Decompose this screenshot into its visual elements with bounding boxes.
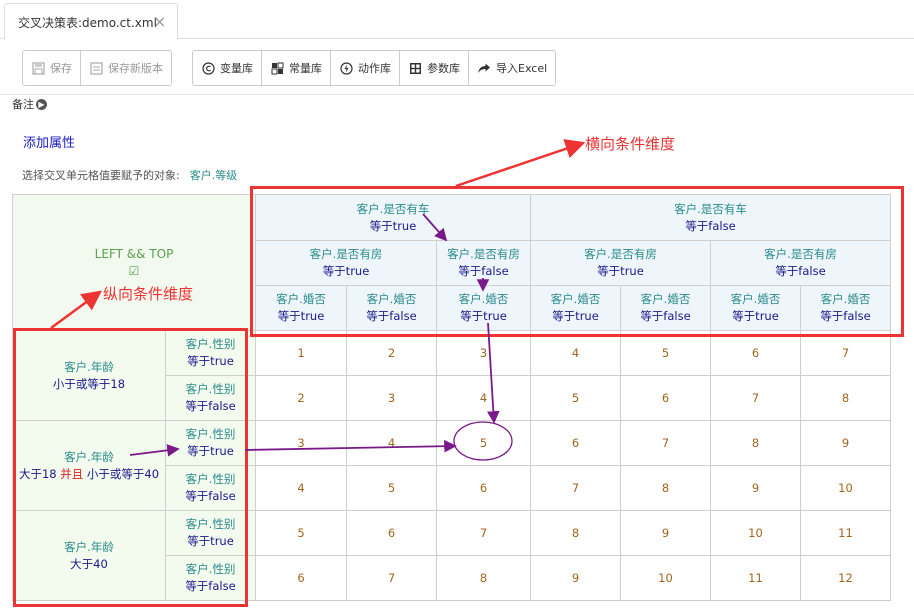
value-cell[interactable]: 10	[710, 510, 801, 556]
value-cell[interactable]: 6	[255, 555, 347, 601]
horizontal-dimension-box	[250, 186, 904, 337]
value-cell[interactable]: 8	[530, 510, 621, 556]
share-arrow-icon	[477, 61, 491, 75]
value-cell[interactable]: 9	[530, 555, 621, 601]
bolt-icon	[339, 61, 353, 75]
value-cell[interactable]: 2	[346, 330, 437, 376]
assign-target-value[interactable]: 客户.等级	[190, 169, 238, 182]
tab-bar: 交叉决策表:demo.ct.xml ×	[0, 0, 914, 40]
value-cell[interactable]: 8	[436, 555, 531, 601]
value-cell[interactable]: 9	[800, 420, 891, 466]
copyright-icon	[201, 61, 215, 75]
vertical-dimension-box	[13, 328, 248, 607]
value-cell[interactable]: 5	[255, 510, 347, 556]
toolbar: 保存 保存新版本 变量库 常量库 动作库 参数库 导入Excel	[0, 39, 914, 95]
arrow-right-circle-icon: ▶	[36, 98, 47, 110]
value-cell[interactable]: 5	[620, 330, 711, 376]
corner-cell[interactable]: LEFT && TOP ☑	[12, 194, 256, 331]
save-version-icon	[89, 61, 103, 75]
value-cell[interactable]: 9	[710, 465, 801, 511]
save-button-group: 保存 保存新版本	[22, 50, 172, 86]
value-cell[interactable]: 5	[436, 420, 531, 466]
value-cell[interactable]: 8	[800, 375, 891, 421]
value-cell[interactable]: 6	[620, 375, 711, 421]
add-property-link[interactable]: 添加属性	[23, 132, 75, 151]
save-new-version-button[interactable]: 保存新版本	[81, 51, 171, 85]
constant-library-label: 常量库	[289, 62, 322, 75]
tab-title: 交叉决策表:demo.ct.xml	[18, 16, 157, 30]
value-cell[interactable]: 4	[530, 330, 621, 376]
vertical-dimension-label: 纵向条件维度	[103, 285, 194, 303]
value-cell[interactable]: 7	[710, 375, 801, 421]
save-icon	[31, 61, 45, 75]
value-cell[interactable]: 11	[800, 510, 891, 556]
value-cell[interactable]: 10	[800, 465, 891, 511]
value-cell[interactable]: 3	[255, 420, 347, 466]
library-button-group: 变量库 常量库 动作库 参数库 导入Excel	[192, 50, 557, 86]
import-excel-button[interactable]: 导入Excel	[469, 51, 555, 85]
value-cell[interactable]: 3	[436, 330, 531, 376]
value-cell[interactable]: 1	[255, 330, 347, 376]
value-cell[interactable]: 3	[346, 375, 437, 421]
note-label: 备注	[12, 98, 34, 111]
horizontal-dimension-label: 横向条件维度	[585, 135, 676, 153]
value-cell[interactable]: 12	[800, 555, 891, 601]
save-new-version-label: 保存新版本	[108, 62, 163, 75]
value-cell[interactable]: 2	[255, 375, 347, 421]
grid-icon	[270, 61, 284, 75]
action-library-label: 动作库	[358, 62, 391, 75]
value-cell[interactable]: 7	[620, 420, 711, 466]
assign-target: 选择交叉单元格值要赋予的对象: 客户.等级	[22, 167, 237, 183]
edit-icon[interactable]: ☑	[13, 263, 255, 280]
value-cell[interactable]: 7	[530, 465, 621, 511]
value-cell[interactable]: 10	[620, 555, 711, 601]
value-cell[interactable]: 6	[710, 330, 801, 376]
file-tab[interactable]: 交叉决策表:demo.ct.xml ×	[4, 3, 178, 40]
value-cell[interactable]: 9	[620, 510, 711, 556]
value-cell[interactable]: 5	[346, 465, 437, 511]
value-cell[interactable]: 6	[346, 510, 437, 556]
value-cell[interactable]: 4	[255, 465, 347, 511]
value-cell[interactable]: 8	[710, 420, 801, 466]
value-cell[interactable]: 7	[436, 510, 531, 556]
constant-library-button[interactable]: 常量库	[262, 51, 331, 85]
value-cell[interactable]: 7	[800, 330, 891, 376]
value-cell[interactable]: 11	[710, 555, 801, 601]
value-cell[interactable]: 7	[346, 555, 437, 601]
variable-library-button[interactable]: 变量库	[193, 51, 262, 85]
action-library-button[interactable]: 动作库	[331, 51, 400, 85]
note-toggle[interactable]: 备注 ▶	[12, 96, 47, 112]
import-excel-label: 导入Excel	[496, 62, 548, 75]
value-cell[interactable]: 6	[436, 465, 531, 511]
value-cell[interactable]: 4	[346, 420, 437, 466]
close-icon[interactable]: ×	[153, 12, 166, 31]
value-cell[interactable]: 5	[530, 375, 621, 421]
corner-label: LEFT && TOP	[94, 246, 174, 261]
assign-target-label: 选择交叉单元格值要赋予的对象:	[22, 169, 180, 182]
value-cell[interactable]: 6	[530, 420, 621, 466]
value-cell[interactable]: 4	[436, 375, 531, 421]
save-label: 保存	[50, 62, 72, 75]
save-button[interactable]: 保存	[23, 51, 81, 85]
red-arrow-horizontal	[455, 139, 586, 188]
value-cell[interactable]: 8	[620, 465, 711, 511]
parameter-library-button[interactable]: 参数库	[400, 51, 469, 85]
parameter-library-label: 参数库	[427, 62, 460, 75]
table-icon	[408, 61, 422, 75]
variable-library-label: 变量库	[220, 62, 253, 75]
